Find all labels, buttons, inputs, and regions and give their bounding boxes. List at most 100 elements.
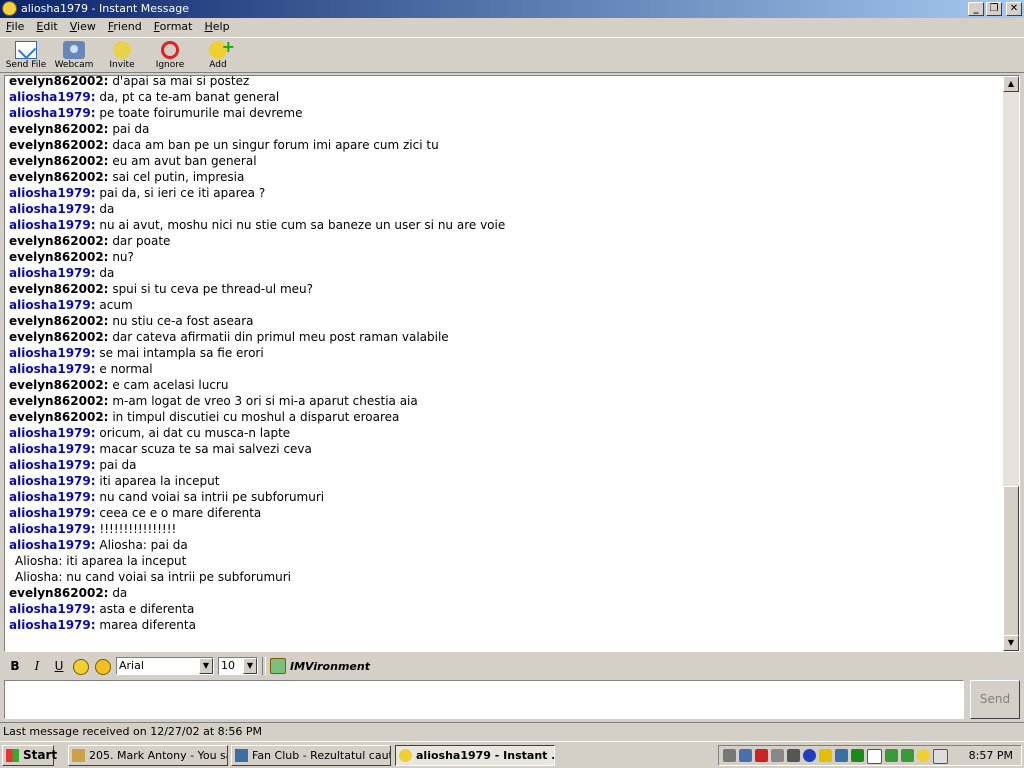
alert-icon[interactable] xyxy=(819,749,832,762)
send-file-label: Send File xyxy=(5,60,47,70)
sender-name: aliosha1979: xyxy=(9,474,96,488)
sender-name: aliosha1979: xyxy=(9,538,96,552)
message-text: spui si tu ceva pe thread-ul meu? xyxy=(112,282,313,296)
chat-message: aliosha1979: macar scuza te sa mai salve… xyxy=(9,441,1004,457)
tray-icon[interactable] xyxy=(723,749,736,762)
menu-view[interactable]: View xyxy=(64,18,102,36)
chat-message: aliosha1979: acum xyxy=(9,297,1004,313)
chevron-down-icon[interactable]: ▼ xyxy=(199,658,213,674)
sender-name: aliosha1979: xyxy=(9,506,96,520)
tray-icon[interactable] xyxy=(851,749,864,762)
size-select[interactable]: 10 ▼ xyxy=(218,657,258,675)
chat-message: aliosha1979: iti aparea la inceput xyxy=(9,473,1004,489)
status-bar: Last message received on 12/27/02 at 8:5… xyxy=(0,722,1024,740)
message-text: pai da xyxy=(112,122,150,136)
messenger-tray-icon[interactable] xyxy=(917,749,930,762)
webcam-button[interactable]: Webcam xyxy=(50,38,98,72)
message-text: !!!!!!!!!!!!!!!! xyxy=(99,522,177,536)
menu-friend[interactable]: Friend xyxy=(102,18,148,36)
send-button[interactable]: Send xyxy=(970,680,1020,719)
chat-transcript[interactable]: evelyn862002: d'apai sa mai si postez ali… xyxy=(4,75,1020,652)
sender-name: aliosha1979: xyxy=(9,442,96,456)
message-text: m-am logat de vreo 3 ori si mi-a aparut … xyxy=(112,394,418,408)
message-text: nu? xyxy=(112,250,134,264)
italic-button[interactable]: I xyxy=(26,656,48,676)
font-select[interactable]: Arial ▼ xyxy=(116,657,214,675)
add-label: Add xyxy=(209,60,227,70)
invite-label: Invite xyxy=(109,60,135,70)
mail-icon[interactable] xyxy=(933,749,948,764)
ignore-label: Ignore xyxy=(155,60,185,70)
sender-name: aliosha1979: xyxy=(9,186,96,200)
task-fan-club[interactable]: Fan Club - Rezultatul caut... xyxy=(231,745,391,766)
chat-message: evelyn862002: spui si tu ceva pe thread-… xyxy=(9,281,1004,297)
message-text: acum xyxy=(99,298,133,312)
message-text: nu cand voiai sa intrii pe subforumuri xyxy=(99,490,325,504)
tray-icon[interactable] xyxy=(901,749,914,762)
sender-name: evelyn862002: xyxy=(9,234,109,248)
ignore-button[interactable]: Ignore xyxy=(146,38,194,72)
scroll-down-button[interactable]: ▼ xyxy=(1003,635,1019,651)
chat-message: aliosha1979: pe toate foirumurile mai de… xyxy=(9,105,1004,121)
message-text: oricum, ai dat cu musca-n lapte xyxy=(99,426,291,440)
bold-button[interactable]: B xyxy=(4,656,26,676)
message-text: asta e diferenta xyxy=(99,602,195,616)
tray-icon[interactable] xyxy=(755,749,768,762)
chat-message: aliosha1979: nu cand voiai sa intrii pe … xyxy=(9,489,1004,505)
vertical-scrollbar[interactable]: ▲ ▼ xyxy=(1003,76,1019,651)
tray-icon[interactable] xyxy=(739,749,752,762)
sender-name: aliosha1979: xyxy=(9,202,96,216)
menu-help[interactable]: Help xyxy=(198,18,235,36)
scroll-thumb[interactable] xyxy=(1003,486,1019,636)
chat-message: Aliosha: nu cand voiai sa intrii pe subf… xyxy=(9,569,1004,585)
tray-icon[interactable] xyxy=(771,749,784,762)
close-button[interactable]: ✕ xyxy=(1006,2,1022,16)
tray-icon[interactable] xyxy=(885,749,898,762)
calendar-icon[interactable] xyxy=(867,749,882,764)
underline-button[interactable]: U xyxy=(48,656,70,676)
size-value: 10 xyxy=(221,659,235,672)
message-text: marea diferenta xyxy=(99,618,196,632)
volume-icon[interactable] xyxy=(787,749,800,762)
message-input[interactable] xyxy=(4,680,964,719)
chat-message: evelyn862002: in timpul discutiei cu mos… xyxy=(9,409,1004,425)
task-label: 205. Mark Antony - You sa... xyxy=(89,749,228,762)
send-file-button[interactable]: Send File xyxy=(2,38,50,72)
window-controls: _ ❐ ✕ xyxy=(968,2,1022,16)
format-bar: B I U Arial ▼ 10 ▼ IMVironment xyxy=(0,654,1024,678)
add-buddy-button[interactable]: Add xyxy=(194,37,242,72)
message-text: da xyxy=(99,202,115,216)
tray-icons xyxy=(723,749,948,764)
network-icon[interactable] xyxy=(835,749,848,762)
message-text: e cam acelasi lucru xyxy=(112,378,229,392)
media-icon[interactable] xyxy=(803,749,816,762)
chevron-down-icon[interactable]: ▼ xyxy=(243,658,257,674)
title-bar[interactable]: aliosha1979 - Instant Message _ ❐ ✕ xyxy=(0,0,1024,18)
message-text: Aliosha: iti aparea la inceput xyxy=(15,554,187,568)
minimize-button[interactable]: _ xyxy=(968,2,984,16)
maximize-button[interactable]: ❐ xyxy=(986,2,1002,16)
task-mark-antony[interactable]: 205. Mark Antony - You sa... xyxy=(68,745,228,766)
start-label: Start xyxy=(23,748,58,762)
menu-file[interactable]: File xyxy=(0,18,30,36)
menu-edit[interactable]: Edit xyxy=(30,18,63,36)
message-text: pai da, si ieri ce iti aparea ? xyxy=(99,186,266,200)
clock: 8:57 PM xyxy=(968,749,1013,762)
invite-button[interactable]: Invite xyxy=(98,38,146,72)
emoticon-button[interactable] xyxy=(70,656,92,676)
message-text: nu stiu ce-a fost aseara xyxy=(112,314,254,328)
sender-name: evelyn862002: xyxy=(9,154,109,168)
message-text: Aliosha: pai da xyxy=(99,538,188,552)
menu-format[interactable]: Format xyxy=(148,18,199,36)
yahoo-messenger-icon[interactable] xyxy=(2,1,17,16)
message-text: macar scuza te sa mai salvezi ceva xyxy=(99,442,312,456)
chat-message: aliosha1979: pai da, si ieri ce iti apar… xyxy=(9,185,1004,201)
start-button[interactable]: Start xyxy=(2,745,58,766)
sender-name: aliosha1979: xyxy=(9,522,96,536)
task-instant-message[interactable]: aliosha1979 - Instant ... xyxy=(395,745,555,766)
scroll-up-button[interactable]: ▲ xyxy=(1003,76,1019,92)
chat-message: evelyn862002: dar poate xyxy=(9,233,1004,249)
imvironment-icon[interactable] xyxy=(270,658,286,674)
emoticon-cool-button[interactable] xyxy=(92,656,114,676)
imvironment-label[interactable]: IMVironment xyxy=(290,660,370,673)
